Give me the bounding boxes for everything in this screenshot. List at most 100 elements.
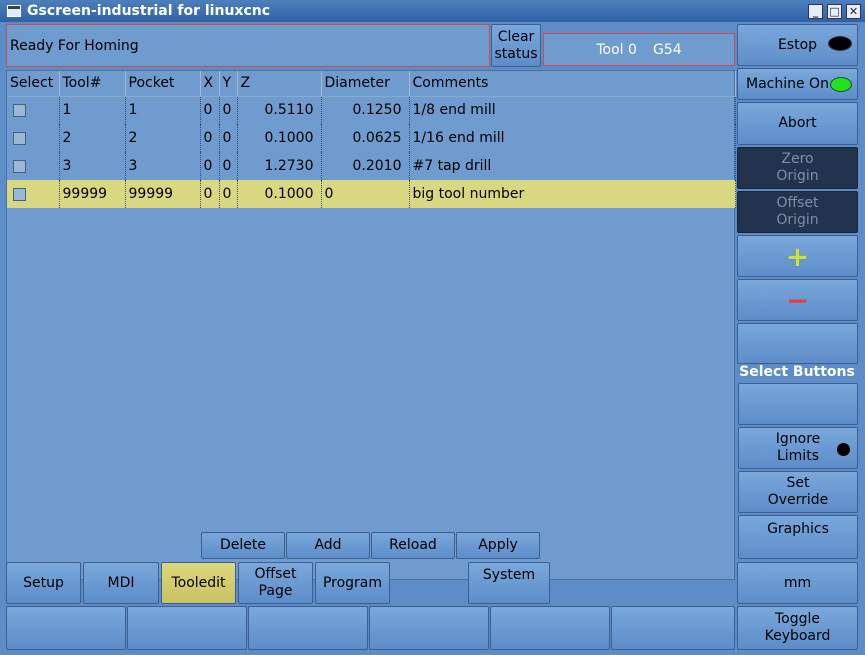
cell-x[interactable]: 0 <box>200 152 220 180</box>
cell-x[interactable]: 0 <box>200 124 220 152</box>
cell-z[interactable]: 1.2730 <box>237 152 322 180</box>
bottom-button-5[interactable] <box>490 606 610 650</box>
row-select-checkbox[interactable] <box>13 103 26 117</box>
cell-z[interactable]: 0.1000 <box>237 124 322 152</box>
cell-x[interactable]: 0 <box>200 96 220 124</box>
row-select-checkbox[interactable] <box>13 187 26 201</box>
cell-diameter[interactable]: 0.0625 <box>321 124 410 152</box>
reload-button[interactable]: Reload <box>371 532 455 559</box>
abort-label: Abort <box>778 115 817 131</box>
cell-z[interactable]: 0.1000 <box>237 180 322 208</box>
header-select[interactable]: Select <box>7 71 60 97</box>
graphics-button[interactable]: Graphics <box>738 515 858 559</box>
select-buttons-label: Select Buttons <box>739 364 855 380</box>
reload-label: Reload <box>389 537 437 553</box>
cell-comment[interactable]: #7 tap drill <box>409 152 736 180</box>
plus-button[interactable]: + <box>737 235 858 277</box>
side-button-empty[interactable] <box>737 323 858 364</box>
cell-y[interactable]: 0 <box>219 180 238 208</box>
bottom-button-3[interactable] <box>248 606 368 650</box>
cell-pocket[interactable]: 99999 <box>125 180 201 208</box>
bottom-button-6[interactable] <box>611 606 735 650</box>
cell-x[interactable]: 0 <box>200 180 220 208</box>
cell-tool[interactable]: 2 <box>59 124 126 152</box>
cell-diameter[interactable]: 0.2010 <box>321 152 410 180</box>
tab-mdi[interactable]: MDI <box>83 562 159 604</box>
cell-tool[interactable]: 99999 <box>59 180 126 208</box>
header-z[interactable]: Z <box>237 71 322 97</box>
tab-tooledit-label: Tooledit <box>171 574 226 591</box>
cell-comment[interactable]: 1/16 end mill <box>409 124 736 152</box>
tab-program-label: Program <box>322 574 383 591</box>
set-override-button[interactable]: Set Override <box>738 471 858 513</box>
estop-button[interactable]: Estop <box>737 24 858 66</box>
bottom-button-4[interactable] <box>369 606 489 650</box>
row-select-checkbox[interactable] <box>13 159 26 173</box>
cell-pocket[interactable]: 1 <box>125 96 201 124</box>
select-button-1[interactable] <box>738 383 858 425</box>
table-row-selected[interactable]: 99999 99999 0 0 0.1000 0 big tool number <box>7 180 736 208</box>
cell-tool[interactable]: 1 <box>59 96 126 124</box>
delete-label: Delete <box>220 537 266 553</box>
apply-button[interactable]: Apply <box>456 532 540 559</box>
minimize-icon[interactable]: _ <box>808 3 823 19</box>
app-window-icon <box>7 5 21 17</box>
apply-label: Apply <box>478 537 518 553</box>
tab-offset-page[interactable]: Offset Page <box>238 562 313 604</box>
add-button[interactable]: Add <box>286 532 370 559</box>
toggle-keyboard-button[interactable]: Toggle Keyboard <box>737 606 858 650</box>
cell-comment[interactable]: big tool number <box>409 180 736 208</box>
table-row[interactable]: 3 3 0 0 1.2730 0.2010 #7 tap drill <box>7 152 736 180</box>
window-titlebar[interactable]: Gscreen-industrial for linuxcnc _ □ ✕ <box>0 0 865 22</box>
row-select-checkbox[interactable] <box>13 131 26 145</box>
ignore-limits-label: Ignore Limits <box>775 431 821 464</box>
header-pocket[interactable]: Pocket <box>125 71 201 97</box>
header-y[interactable]: Y <box>219 71 238 97</box>
clear-status-button[interactable]: Clear status <box>491 24 541 67</box>
cell-pocket[interactable]: 3 <box>125 152 201 180</box>
cell-diameter[interactable]: 0.1250 <box>321 96 410 124</box>
zero-origin-button[interactable]: Zero Origin <box>737 147 858 189</box>
abort-button[interactable]: Abort <box>737 102 858 145</box>
bottom-button-1[interactable] <box>6 606 126 650</box>
table-row[interactable]: 2 2 0 0 0.1000 0.0625 1/16 end mill <box>7 124 736 152</box>
close-icon[interactable]: ✕ <box>846 3 861 19</box>
tab-tooledit[interactable]: Tooledit <box>161 562 236 604</box>
status-message-box: Ready For Homing <box>6 24 490 67</box>
table-header-row: Select Tool# Pocket X Y Z Diameter Comme… <box>7 71 736 97</box>
minus-button[interactable]: − <box>737 279 858 321</box>
cell-diameter[interactable]: 0 <box>321 180 410 208</box>
cell-z[interactable]: 0.5110 <box>237 96 322 124</box>
units-button[interactable]: mm <box>737 562 858 604</box>
header-tool[interactable]: Tool# <box>59 71 126 97</box>
add-label: Add <box>314 537 342 553</box>
ignore-limits-button[interactable]: Ignore Limits <box>738 427 858 469</box>
maximize-icon[interactable]: □ <box>827 3 842 19</box>
bottom-button-2[interactable] <box>127 606 247 650</box>
cell-comment[interactable]: 1/8 end mill <box>409 96 736 124</box>
tab-offset-page-label: Offset Page <box>254 566 297 599</box>
tab-system[interactable]: System <box>468 562 550 604</box>
header-x[interactable]: X <box>200 71 220 97</box>
cell-y[interactable]: 0 <box>219 124 238 152</box>
header-diameter[interactable]: Diameter <box>321 71 410 97</box>
delete-button[interactable]: Delete <box>201 532 285 559</box>
window-title: Gscreen-industrial for linuxcnc <box>27 3 271 19</box>
minus-icon: − <box>785 283 810 317</box>
header-comments[interactable]: Comments <box>409 71 736 97</box>
main-frame: Ready For Homing Clear status Tool 0 G54… <box>0 22 865 655</box>
cell-y[interactable]: 0 <box>219 152 238 180</box>
tab-setup[interactable]: Setup <box>6 562 81 604</box>
units-label: mm <box>783 574 812 591</box>
machine-on-label: Machine On <box>746 75 829 92</box>
tab-mdi-label: MDI <box>107 574 135 591</box>
cell-y[interactable]: 0 <box>219 96 238 124</box>
offset-origin-button[interactable]: Offset Origin <box>737 191 858 233</box>
current-tool: Tool 0 <box>596 41 637 58</box>
machine-on-button[interactable]: Machine On <box>737 68 858 100</box>
ignore-limits-indicator-icon <box>837 443 850 456</box>
table-row[interactable]: 1 1 0 0 0.5110 0.1250 1/8 end mill <box>7 96 736 124</box>
cell-tool[interactable]: 3 <box>59 152 126 180</box>
tab-program[interactable]: Program <box>315 562 390 604</box>
cell-pocket[interactable]: 2 <box>125 124 201 152</box>
